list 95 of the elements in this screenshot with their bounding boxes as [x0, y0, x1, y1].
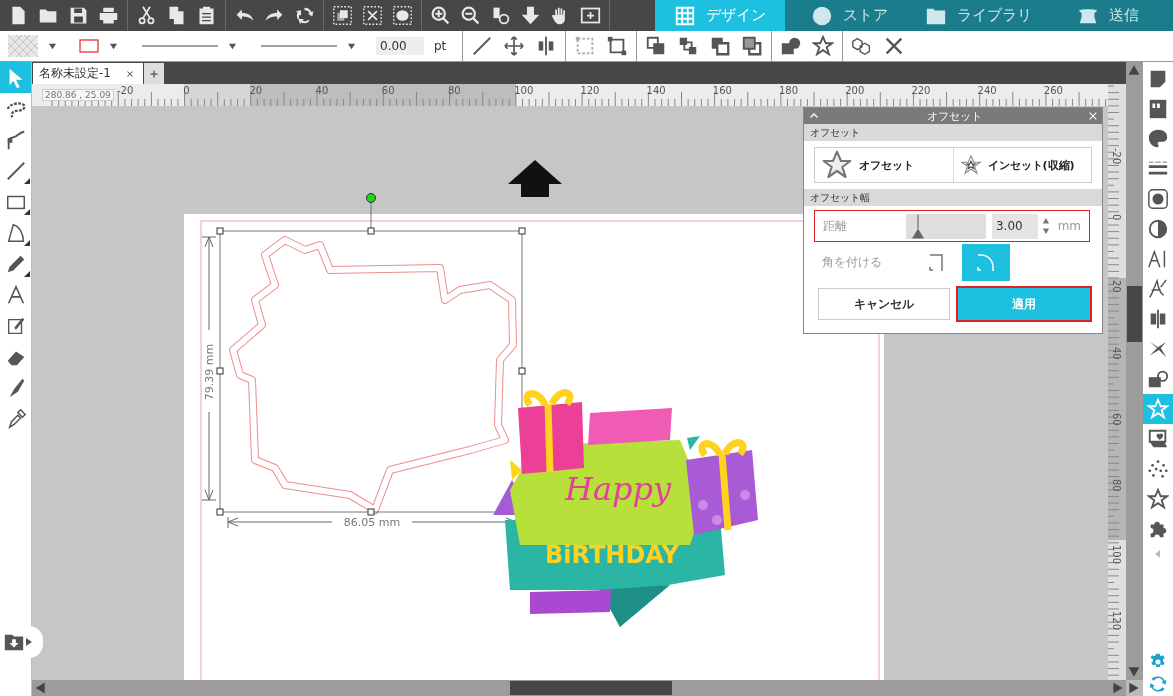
star-icon — [1147, 398, 1169, 420]
ruler-label: 240 — [977, 85, 997, 96]
scroll-thumb[interactable] — [1127, 286, 1142, 342]
ruler-label: 40 — [315, 85, 329, 96]
ruler-label: 60 — [1111, 412, 1122, 426]
distance-slider[interactable] — [906, 213, 986, 239]
corner-label: 角を付ける — [822, 254, 883, 271]
inset-star-icon — [959, 154, 982, 176]
shapes-icon — [1147, 368, 1169, 390]
distance-field[interactable]: 3.00 — [991, 213, 1038, 239]
offset-star-icon — [821, 149, 853, 181]
document-title: 名称未設定-1 — [39, 65, 111, 82]
distance-label: 距離 — [823, 217, 848, 235]
ruler-label: 0 — [1111, 214, 1122, 221]
ruler-label: 80 — [448, 85, 461, 96]
ruler-label: 0 — [183, 85, 190, 96]
new-tab-button[interactable] — [144, 63, 164, 84]
up-arrow-icon — [508, 160, 562, 197]
panel-title: オフセット — [925, 108, 983, 124]
ruler-label: 160 — [712, 85, 732, 96]
line-tool-icon[interactable] — [471, 35, 494, 57]
circular-arrows-icon[interactable] — [294, 5, 315, 26]
cut-icon[interactable] — [136, 5, 157, 26]
ruler-label: 20 — [1111, 280, 1122, 294]
dots-icon — [1147, 458, 1169, 480]
ruler-label: -20 — [117, 85, 134, 96]
move-icon[interactable] — [503, 35, 526, 57]
section-header: オフセット — [804, 124, 1102, 141]
top-tab[interactable]: 送信 — [1043, 0, 1173, 31]
fill-pattern-swatch[interactable] — [8, 35, 38, 57]
half-circle-icon — [1147, 218, 1169, 240]
scroll-thumb[interactable] — [510, 681, 672, 695]
dimension-label: 86.05 mm — [343, 516, 401, 529]
zoom-out-icon[interactable] — [460, 5, 481, 26]
dimension-label: 79.39 mm — [203, 343, 216, 401]
save-icon[interactable] — [68, 5, 89, 26]
fit-page-icon[interactable] — [580, 5, 601, 26]
unit-label: mm — [1057, 219, 1081, 233]
art-text: BiRTHDAY — [545, 541, 679, 569]
ruler-label: 220 — [911, 85, 931, 96]
star-icon[interactable] — [812, 35, 835, 57]
corner-marker-icon — [24, 178, 30, 184]
top-tab[interactable]: ライブラリ — [914, 0, 1044, 31]
close-icon[interactable] — [1088, 111, 1098, 121]
ruler-label: 180 — [779, 85, 799, 96]
ungroup-icon[interactable] — [362, 5, 383, 26]
zoom-in-icon[interactable] — [430, 5, 451, 26]
arrange-icon[interactable] — [709, 35, 732, 57]
rotate-handle[interactable] — [366, 193, 376, 203]
script-icon — [1147, 278, 1169, 300]
line-width-field[interactable]: 0.00 — [376, 37, 424, 55]
ruler-label: 60 — [381, 85, 395, 96]
ruler-label: 140 — [646, 85, 666, 96]
transform-icon[interactable] — [606, 35, 629, 57]
ruler-label: 120 — [580, 85, 600, 96]
ruler-label: 20 — [249, 85, 263, 96]
dialog-button[interactable]: キャンセル — [818, 288, 950, 320]
group-icon[interactable] — [332, 5, 353, 26]
badge-icon — [1147, 188, 1169, 210]
document-tab[interactable]: 名称未設定-1 — [33, 63, 143, 84]
pixel-icon — [1147, 98, 1169, 120]
ruler-label: 80 — [1111, 479, 1122, 492]
corner-marker-icon — [24, 240, 30, 246]
vertical-scrollbar[interactable] — [1126, 62, 1143, 680]
ruler-label: 200 — [845, 85, 865, 96]
unit-label: pt — [434, 39, 447, 53]
down-arrow-icon[interactable] — [520, 5, 541, 26]
star-outline-icon — [1147, 488, 1169, 510]
caret-icon[interactable] — [48, 41, 57, 51]
slider-thumb[interactable] — [912, 213, 925, 239]
weld-icon[interactable] — [780, 35, 803, 57]
horizontal-scrollbar[interactable] — [32, 680, 1126, 696]
top-tab[interactable]: ストア — [784, 0, 914, 31]
line-color-swatch[interactable] — [79, 39, 99, 53]
close-icon[interactable] — [124, 68, 135, 79]
grid-icon — [673, 4, 696, 27]
ruler-label: 120 — [1111, 611, 1122, 631]
ruler-label: -20 — [1111, 148, 1122, 165]
ruler-label: 40 — [1111, 346, 1122, 360]
caret-icon[interactable] — [228, 41, 237, 51]
line-tool-icon — [4, 159, 27, 182]
art-text: Happy — [565, 470, 671, 508]
printer-icon[interactable] — [98, 5, 119, 26]
caret-icon[interactable] — [347, 41, 356, 51]
corner-marker-icon — [24, 271, 30, 277]
section-header: オフセット幅 — [804, 189, 1102, 206]
heart-frame-icon — [1147, 428, 1169, 450]
corner-marker-icon — [24, 209, 30, 215]
caret-icon[interactable] — [109, 41, 118, 51]
coordinate-readout: 280.86 , 25.09 — [42, 89, 114, 101]
arrange-icon[interactable] — [741, 35, 764, 57]
ruler-label: 100 — [1111, 545, 1122, 565]
ruler-label: 260 — [1043, 85, 1063, 96]
sync-icon[interactable] — [1148, 674, 1168, 694]
ruler-label: 100 — [514, 85, 534, 96]
